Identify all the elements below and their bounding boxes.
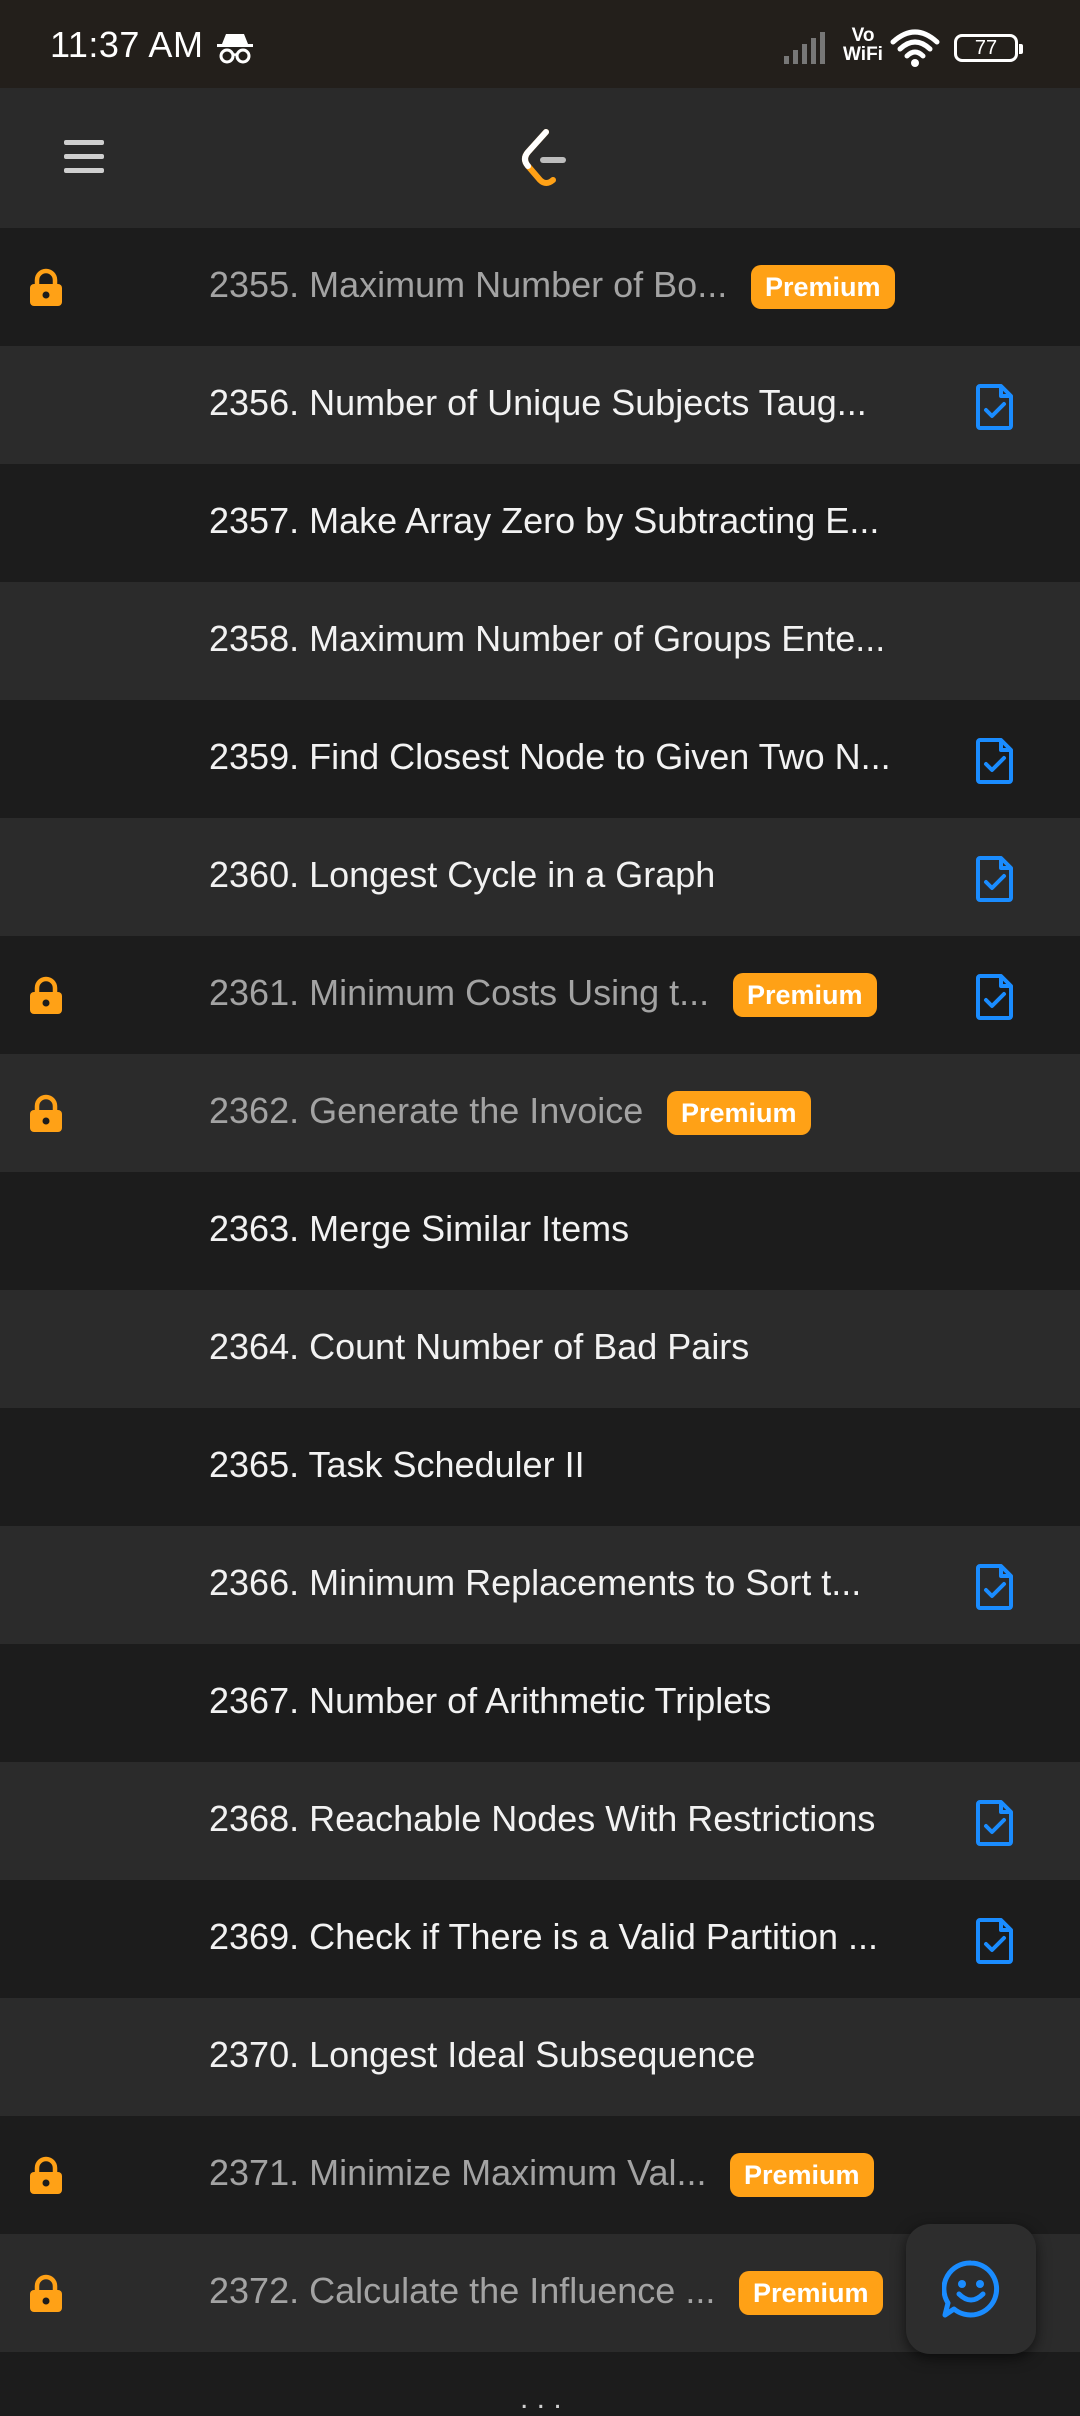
problem-title: 2368. Reachable Nodes With Restrictions [209, 1798, 876, 1839]
premium-badge: Premium [733, 973, 877, 1017]
problem-title: 2356. Number of Unique Subjects Taug... [209, 382, 867, 423]
premium-badge: Premium [667, 1091, 811, 1135]
problem-row[interactable]: 2365. Task Scheduler II [0, 1408, 1080, 1526]
lock-icon [30, 1094, 62, 1132]
problem-row[interactable]: 2361. Minimum Costs Using t... Premium [0, 936, 1080, 1054]
problem-title: 2372. Calculate the Influence ... [209, 2270, 716, 2311]
solution-document-icon[interactable] [975, 383, 1015, 431]
premium-badge: Premium [751, 265, 895, 309]
lock-icon [30, 268, 62, 306]
problem-row[interactable]: 2358. Maximum Number of Groups Ente... [0, 582, 1080, 700]
problem-row[interactable]: 2360. Longest Cycle in a Graph [0, 818, 1080, 936]
problem-row[interactable]: 2359. Find Closest Node to Given Two N..… [0, 700, 1080, 818]
problem-row[interactable]: 2355. Maximum Number of Bo... Premium [0, 228, 1080, 346]
hamburger-menu-icon[interactable] [62, 136, 108, 178]
problem-row[interactable]: 2363. Merge Similar Items [0, 1172, 1080, 1290]
partial-next-row: . . . [520, 2382, 562, 2415]
problem-title: 2370. Longest Ideal Subsequence [209, 2034, 756, 2075]
problem-title: 2366. Minimum Replacements to Sort t... [209, 1562, 862, 1603]
solution-document-icon[interactable] [975, 1799, 1015, 1847]
problem-row[interactable]: 2364. Count Number of Bad Pairs [0, 1290, 1080, 1408]
problem-title: 2362. Generate the Invoice [209, 1090, 644, 1131]
solution-document-icon[interactable] [975, 973, 1015, 1021]
lock-icon [30, 976, 62, 1014]
problem-row[interactable]: 2357. Make Array Zero by Subtracting E..… [0, 464, 1080, 582]
incognito-icon [217, 34, 253, 64]
solution-document-icon[interactable] [975, 737, 1015, 785]
problem-title: 2359. Find Closest Node to Given Two N..… [209, 736, 891, 777]
premium-badge: Premium [739, 2271, 883, 2315]
solution-document-icon[interactable] [975, 855, 1015, 903]
problem-row[interactable]: 2371. Minimize Maximum Val... Premium [0, 2116, 1080, 2234]
problem-title: 2360. Longest Cycle in a Graph [209, 854, 716, 895]
premium-badge: Premium [730, 2153, 874, 2197]
problem-title: 2357. Make Array Zero by Subtracting E..… [209, 500, 880, 541]
vowifi-vo-label: Vo [851, 25, 875, 46]
problem-row[interactable]: 2362. Generate the Invoice Premium [0, 1054, 1080, 1172]
problem-row[interactable]: 2370. Longest Ideal Subsequence [0, 1998, 1080, 2116]
problem-row[interactable]: 2368. Reachable Nodes With Restrictions [0, 1762, 1080, 1880]
problem-row[interactable]: 2356. Number of Unique Subjects Taug... [0, 346, 1080, 464]
problem-row[interactable]: 2367. Number of Arithmetic Triplets [0, 1644, 1080, 1762]
vowifi-indicator: Vo WiFi [840, 26, 886, 64]
vowifi-wifi-label: WiFi [843, 44, 883, 65]
problem-row[interactable]: 2366. Minimum Replacements to Sort t... [0, 1526, 1080, 1644]
problem-row[interactable]: 2369. Check if There is a Valid Partitio… [0, 1880, 1080, 1998]
feedback-button[interactable] [906, 2224, 1036, 2354]
problem-title: 2371. Minimize Maximum Val... [209, 2152, 707, 2193]
wifi-icon [890, 29, 940, 67]
problem-list: 2355. Maximum Number of Bo... Premium 2356… [0, 228, 1080, 2352]
problem-title: 2355. Maximum Number of Bo... [209, 264, 728, 305]
lock-icon [30, 2274, 62, 2312]
lock-icon [30, 2156, 62, 2194]
problem-title: 2364. Count Number of Bad Pairs [209, 1326, 750, 1367]
app-bar [0, 88, 1080, 228]
problem-title: 2367. Number of Arithmetic Triplets [209, 1680, 772, 1721]
signal-strength-icon [784, 32, 825, 64]
problem-title: 2361. Minimum Costs Using t... [209, 972, 710, 1013]
status-bar: 11:37 AM Vo WiFi 77 [0, 0, 1080, 88]
leetcode-logo-icon[interactable] [516, 128, 572, 192]
problem-title: 2358. Maximum Number of Groups Ente... [209, 618, 886, 659]
solution-document-icon[interactable] [975, 1563, 1015, 1611]
solution-document-icon[interactable] [975, 1917, 1015, 1965]
smiley-chat-icon [942, 2260, 1000, 2318]
battery-indicator: 77 [954, 34, 1023, 62]
problem-title: 2369. Check if There is a Valid Partitio… [209, 1916, 879, 1957]
status-time: 11:37 AM [50, 24, 204, 65]
problem-title: 2365. Task Scheduler II [209, 1444, 585, 1485]
problem-title: 2363. Merge Similar Items [209, 1208, 630, 1249]
